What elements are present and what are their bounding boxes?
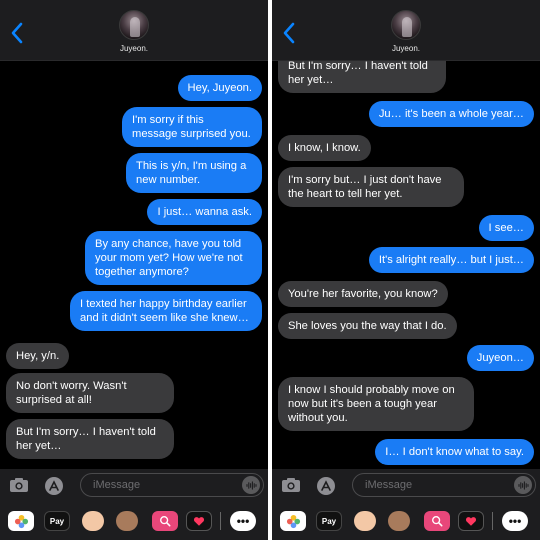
more-icon[interactable]: ••• <box>502 511 528 531</box>
chat-header: Juyeon. <box>0 0 268 61</box>
memoji-icon[interactable] <box>354 511 376 531</box>
message-bubble[interactable]: I'm sorry but… I just don't have the hea… <box>278 167 464 207</box>
message-bubble[interactable]: I just… wanna ask. <box>147 199 262 225</box>
message-bubble[interactable]: I see… <box>478 215 534 241</box>
message-bubble[interactable]: This is y/n, I'm using a new number. <box>126 153 262 193</box>
message-bubble[interactable]: By any chance, have you told your mom ye… <box>85 231 262 285</box>
app-store-icon[interactable] <box>44 476 64 496</box>
audio-waveform-icon[interactable] <box>242 476 260 494</box>
divider <box>492 512 493 530</box>
pay-label: Pay <box>49 516 65 526</box>
compose-bar <box>0 469 268 503</box>
message-input[interactable] <box>352 473 536 497</box>
memoji-icon[interactable] <box>388 511 410 531</box>
digital-touch-icon[interactable] <box>458 511 484 531</box>
chevron-left-icon[interactable] <box>10 22 24 44</box>
photos-icon[interactable] <box>8 511 34 531</box>
app-drawer: Pay ••• <box>272 503 540 540</box>
chevron-left-icon[interactable] <box>282 22 296 44</box>
message-bubble[interactable]: I know I should probably move on now but… <box>278 377 474 431</box>
message-bubble[interactable]: I know, I know. <box>278 135 371 161</box>
app-drawer: Pay ••• <box>0 503 268 540</box>
compose-bar <box>272 469 540 503</box>
message-bubble[interactable]: But I'm sorry… I haven't told her yet… <box>278 61 446 93</box>
message-input[interactable] <box>80 473 264 497</box>
message-bubble[interactable]: I'm sorry if this message surprised you. <box>122 107 262 147</box>
chat-header: Juyeon. <box>272 0 540 61</box>
audio-waveform-icon[interactable] <box>514 476 532 494</box>
message-bubble[interactable]: It's alright really… but I just… <box>368 247 534 273</box>
message-list: But I'm sorry… I haven't told her yet… J… <box>272 61 540 469</box>
message-list: Hey, Juyeon. I'm sorry if this message s… <box>0 61 268 469</box>
contact-name[interactable]: Juyeon. <box>0 44 268 53</box>
message-bubble[interactable]: Hey, y/n. <box>6 343 70 369</box>
message-bubble[interactable]: She loves you the way that I do. <box>278 313 457 339</box>
memoji-icon[interactable] <box>116 511 138 531</box>
avatar[interactable] <box>119 10 149 40</box>
divider <box>220 512 221 530</box>
message-bubble[interactable]: I… I don't know what to say. <box>375 439 534 465</box>
split-screenshot: Juyeon. Hey, Juyeon. I'm sorry if this m… <box>0 0 540 540</box>
conversation-panel-left: Juyeon. Hey, Juyeon. I'm sorry if this m… <box>0 0 268 540</box>
apple-pay-icon[interactable]: Pay <box>316 511 342 531</box>
pay-label: Pay <box>321 516 337 526</box>
search-images-icon[interactable] <box>152 511 178 531</box>
message-bubble[interactable]: Ju… it's been a whole year… <box>368 101 534 127</box>
app-store-icon[interactable] <box>316 476 336 496</box>
photos-icon[interactable] <box>280 511 306 531</box>
avatar[interactable] <box>391 10 421 40</box>
message-bubble[interactable]: Juyeon… <box>466 345 534 371</box>
message-bubble[interactable]: But I'm sorry… I haven't told her yet… <box>6 419 174 459</box>
more-icon[interactable]: ••• <box>230 511 256 531</box>
camera-icon[interactable] <box>281 477 301 493</box>
memoji-icon[interactable] <box>82 511 104 531</box>
message-bubble[interactable]: No don't worry. Wasn't surprised at all! <box>6 373 174 413</box>
message-bubble[interactable]: You're her favorite, you know? <box>278 281 448 307</box>
camera-icon[interactable] <box>9 477 29 493</box>
message-bubble[interactable]: Hey, Juyeon. <box>177 75 262 101</box>
digital-touch-icon[interactable] <box>186 511 212 531</box>
conversation-panel-right: Juyeon. But I'm sorry… I haven't told he… <box>272 0 540 540</box>
apple-pay-icon[interactable]: Pay <box>44 511 70 531</box>
search-images-icon[interactable] <box>424 511 450 531</box>
message-bubble[interactable]: I texted her happy birthday earlier and … <box>70 291 262 331</box>
contact-name[interactable]: Juyeon. <box>272 44 540 53</box>
